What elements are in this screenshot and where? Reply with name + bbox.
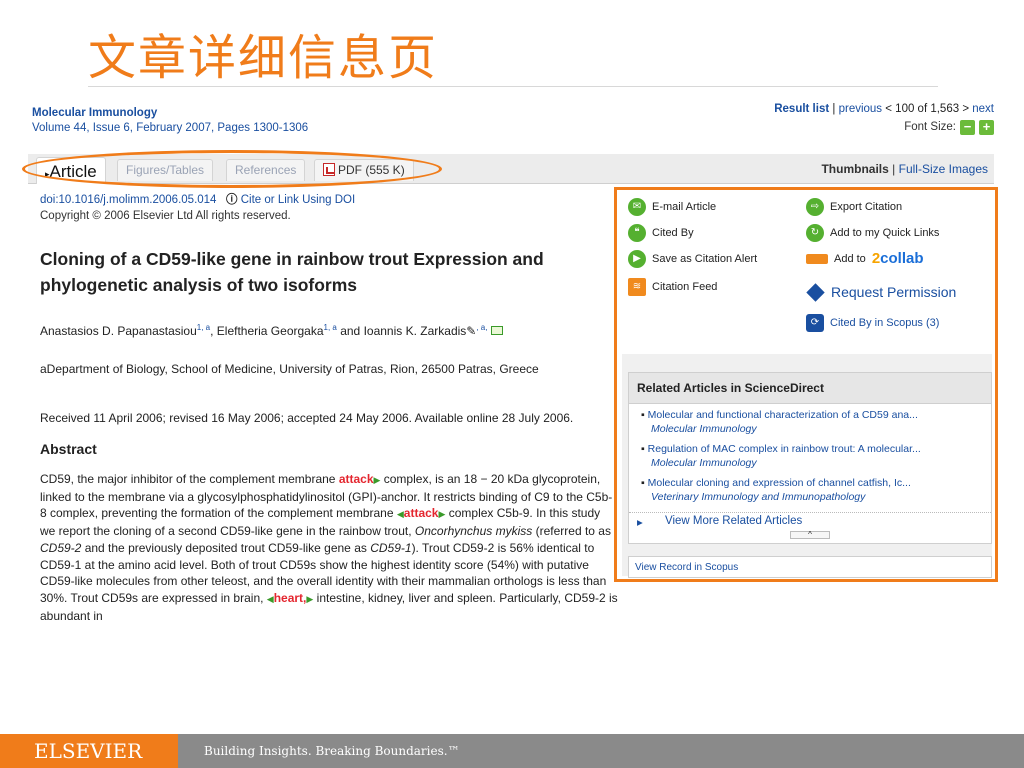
- article-title: Cloning of a CD59-like gene in rainbow t…: [40, 249, 544, 295]
- journal-issue-link[interactable]: Volume 44, Issue 6, February 2007, Pages…: [32, 121, 308, 136]
- email-author-icon[interactable]: [490, 326, 503, 335]
- journal-name-link[interactable]: Molecular Immunology: [32, 106, 308, 121]
- font-increase-button[interactable]: +: [979, 119, 994, 135]
- author-3-affil[interactable]: , a,: [476, 323, 487, 332]
- result-list-link[interactable]: Result list: [774, 103, 829, 115]
- abstract-text: CD59, the major inhibitor of the complem…: [40, 471, 618, 624]
- keyword-arrow-icon[interactable]: ◀: [397, 509, 404, 519]
- elsevier-logo: ELSEVIER: [0, 734, 178, 768]
- nav-separator: |: [832, 103, 836, 115]
- keyword-highlight[interactable]: heart,: [274, 591, 307, 605]
- abstract-heading: Abstract: [40, 441, 97, 457]
- author-3[interactable]: Ioannis K. Zarkadis: [364, 324, 467, 338]
- author-2[interactable]: Eleftheria Georgaka: [217, 324, 324, 338]
- full-size-images-link[interactable]: Full-Size Images: [899, 162, 988, 176]
- gene-name: CD59-2: [40, 540, 82, 555]
- abstract-part: and the previously deposited trout CD59-…: [81, 540, 371, 555]
- previous-link[interactable]: previous: [839, 103, 882, 115]
- abstract-part: (referred to as: [532, 524, 611, 539]
- slide-title: 文章详细信息页: [88, 30, 439, 86]
- journal-info: Molecular Immunology Volume 44, Issue 6,…: [32, 106, 308, 136]
- article-dates: Received 11 April 2006; revised 16 May 2…: [40, 411, 574, 425]
- doi-row: doi:10.1016/j.molimm.2006.05.014 ⓘ Cite …: [40, 192, 618, 208]
- author-1-affil[interactable]: 1, a: [197, 323, 210, 332]
- gene-name: CD59-1: [370, 540, 412, 555]
- next-link[interactable]: next: [972, 103, 994, 115]
- title-divider: [88, 86, 938, 87]
- footer-tagline: Building Insights. Breaking Boundaries.™: [204, 744, 460, 758]
- article-body: doi:10.1016/j.molimm.2006.05.014 ⓘ Cite …: [40, 192, 618, 624]
- corresponding-icon[interactable]: ✎: [466, 324, 476, 338]
- affiliation: aDepartment of Biology, School of Medici…: [40, 362, 539, 376]
- footer-bar: ELSEVIER Building Insights. Breaking Bou…: [0, 734, 1024, 768]
- author-list: Anastasios D. Papanastasiou1, a, Elefthe…: [40, 320, 618, 339]
- result-navigation: Result list | previous < 100 of 1,563 > …: [774, 101, 994, 135]
- keyword-arrow-icon[interactable]: ◀: [267, 594, 274, 604]
- author-2-affil[interactable]: 1, a: [324, 323, 337, 332]
- species-name: Oncorhynchus mykiss: [414, 524, 533, 539]
- sidebar-highlight-annotation: [614, 187, 998, 582]
- doi-link[interactable]: doi:10.1016/j.molimm.2006.05.014: [40, 194, 216, 206]
- font-size-control: Font Size: − +: [774, 119, 994, 135]
- abstract-part: CD59, the major inhibitor of the complem…: [40, 472, 339, 486]
- keyword-highlight[interactable]: attack: [339, 472, 374, 486]
- image-view-links: Thumbnails | Full-Size Images: [821, 162, 988, 176]
- copyright: Copyright © 2006 Elsevier Ltd All rights…: [40, 210, 291, 222]
- font-size-label: Font Size:: [904, 121, 956, 133]
- result-position: < 100 of 1,563 >: [885, 103, 970, 115]
- author-1[interactable]: Anastasios D. Papanastasiou: [40, 324, 197, 338]
- font-decrease-button[interactable]: −: [960, 119, 975, 135]
- help-icon: ⓘ: [226, 194, 238, 206]
- thumbs-separator: |: [892, 162, 896, 176]
- cite-doi-link[interactable]: Cite or Link Using DOI: [241, 194, 355, 206]
- keyword-highlight[interactable]: attack: [404, 506, 439, 520]
- thumbnails-link[interactable]: Thumbnails: [821, 162, 888, 176]
- tabs-highlight-annotation: [22, 150, 442, 188]
